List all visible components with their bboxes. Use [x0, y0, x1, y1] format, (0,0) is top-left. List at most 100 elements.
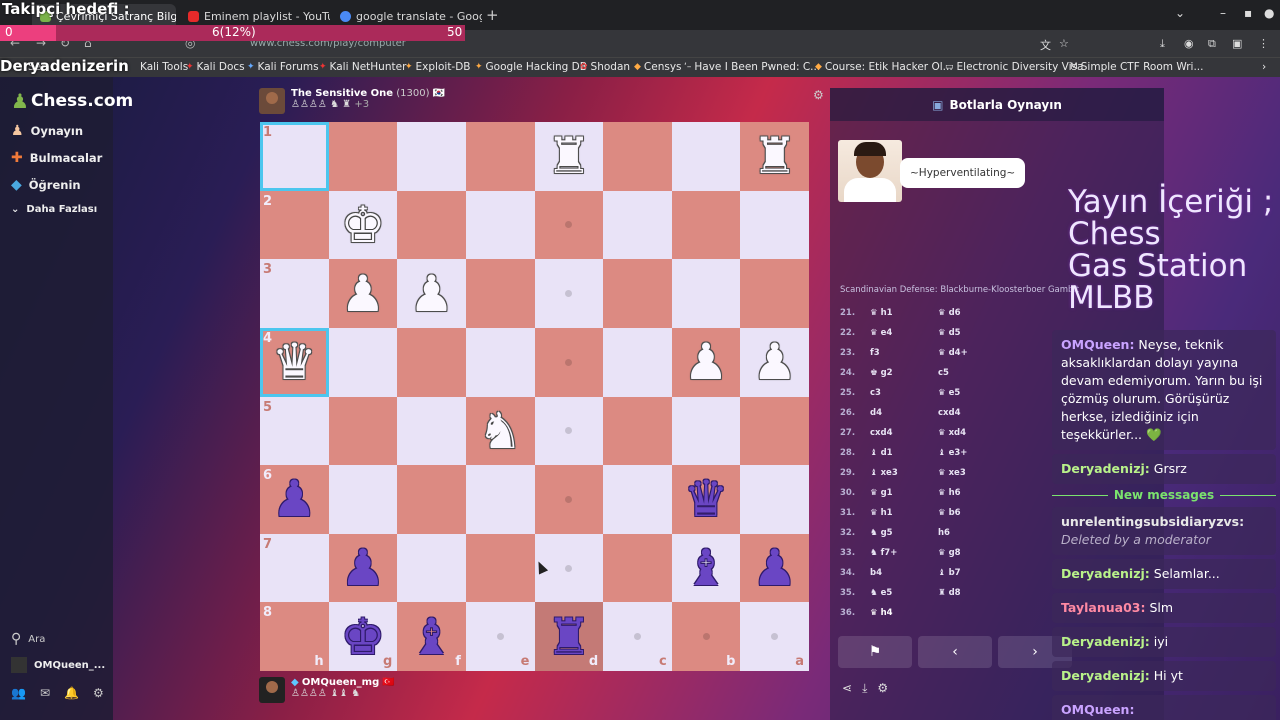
- white-move[interactable]: d4: [870, 408, 938, 418]
- board-square-d2[interactable]: [534, 190, 604, 260]
- chat-username[interactable]: unrelentingsubsidiaryzvs:: [1061, 514, 1244, 529]
- board-square-b4[interactable]: ♟: [671, 327, 741, 397]
- move-hint-dot[interactable]: [702, 633, 710, 641]
- board-square-c2[interactable]: [603, 190, 672, 260]
- board-square-c3[interactable]: [603, 259, 672, 328]
- white-move[interactable]: f3: [870, 348, 938, 358]
- black-move[interactable]: ♜ d8: [938, 588, 1018, 598]
- addon-icon[interactable]: ▣: [1232, 37, 1242, 50]
- white-piece[interactable]: ♜: [752, 131, 797, 181]
- white-move[interactable]: ♞ e5: [870, 588, 938, 598]
- board-square-g8[interactable]: ♚ g: [328, 602, 398, 671]
- translate-icon[interactable]: 文: [1040, 37, 1051, 53]
- download-icon[interactable]: ⤓: [1160, 37, 1165, 51]
- board-square-e4[interactable]: [465, 327, 535, 397]
- move-hint-dot[interactable]: [565, 358, 573, 366]
- bookmark-hibp[interactable]: ‘– Have I Been Pwned: C...: [684, 61, 820, 73]
- friends-icon[interactable]: 👥: [11, 686, 26, 700]
- board-square-f2[interactable]: [397, 190, 466, 260]
- board-square-e6[interactable]: [465, 465, 535, 534]
- black-piece[interactable]: ♜: [546, 612, 591, 662]
- white-piece[interactable]: ♛: [272, 337, 317, 387]
- move-hint-dot[interactable]: [771, 633, 779, 641]
- white-move[interactable]: ♛ h4: [870, 608, 938, 618]
- board-settings-gear-icon[interactable]: ⚙: [813, 88, 824, 102]
- white-move[interactable]: ♝ d1: [870, 448, 938, 458]
- board-square-b3[interactable]: [671, 259, 741, 328]
- board-square-b2[interactable]: [671, 190, 741, 260]
- sidebar-search[interactable]: ⚲ Ara: [11, 631, 45, 647]
- bookmark-course[interactable]: ◆ Course: Etik Hacker Ol...: [815, 61, 953, 73]
- white-piece[interactable]: ♟: [409, 269, 454, 319]
- board-square-h4[interactable]: ♛ 4: [260, 327, 329, 397]
- opponent-avatar[interactable]: [259, 88, 285, 114]
- board-square-g3[interactable]: ♟: [328, 259, 398, 328]
- board-square-h1[interactable]: 1: [260, 122, 329, 191]
- chess-board[interactable]: 1 ♜ ♜ 2 ♚ 3 ♟ ♟ ♛ 4 ♟ ♟ 5 ♞ ♟ 6 ♛ 7 ♟ ♝ ♟ 8 h ♚ g ♝ f e ♜ d c b a: [260, 122, 809, 671]
- black-piece[interactable]: ♟: [272, 474, 317, 524]
- board-square-b6[interactable]: ♛: [671, 465, 741, 534]
- board-square-e3[interactable]: [465, 259, 535, 328]
- more-bookmarks-icon[interactable]: ›: [1262, 61, 1266, 73]
- black-move[interactable]: ♝ b7: [938, 568, 1018, 578]
- black-move[interactable]: ♛ d4+: [938, 348, 1018, 358]
- board-square-d3[interactable]: [534, 259, 604, 328]
- board-square-d1[interactable]: ♜: [534, 122, 604, 191]
- opponent-name[interactable]: The Sensitive One: [291, 88, 393, 99]
- bookmark-exploit-db[interactable]: ✦ Exploit-DB: [405, 61, 471, 73]
- bookmark-censys[interactable]: ◆ Censys: [634, 61, 682, 73]
- board-square-d5[interactable]: [534, 396, 604, 466]
- white-move[interactable]: ♝ xe3: [870, 468, 938, 478]
- board-square-e2[interactable]: [465, 190, 535, 260]
- white-piece[interactable]: ♚: [341, 200, 386, 250]
- mail-icon[interactable]: ✉: [40, 686, 50, 700]
- board-square-c8[interactable]: c: [603, 602, 672, 671]
- board-square-f6[interactable]: [397, 465, 466, 534]
- move-hint-dot[interactable]: [565, 495, 573, 503]
- new-tab-icon[interactable]: +: [486, 6, 499, 24]
- white-move[interactable]: ♛ e4: [870, 328, 938, 338]
- board-square-g2[interactable]: ♚: [328, 190, 398, 260]
- black-piece[interactable]: ♝: [684, 543, 729, 593]
- board-square-f1[interactable]: [397, 122, 466, 191]
- board-square-g5[interactable]: [328, 396, 398, 466]
- move-hint-dot[interactable]: [565, 221, 573, 229]
- board-square-a2[interactable]: [740, 190, 809, 260]
- download-icon[interactable]: ⤓: [862, 681, 867, 696]
- white-move[interactable]: b4: [870, 568, 938, 578]
- board-square-h3[interactable]: 3: [260, 259, 329, 328]
- move-hint-dot[interactable]: [565, 427, 573, 435]
- maximize-icon[interactable]: ▪: [1244, 6, 1252, 20]
- board-square-a4[interactable]: ♟: [740, 327, 809, 397]
- close-window-icon[interactable]: ●: [1264, 6, 1274, 20]
- board-square-a8[interactable]: a: [740, 602, 809, 671]
- black-piece[interactable]: ♚: [341, 612, 386, 662]
- board-square-a5[interactable]: [740, 396, 809, 466]
- black-move[interactable]: ♛ xd4: [938, 428, 1018, 438]
- account-icon[interactable]: ◉: [1184, 37, 1194, 50]
- board-square-c7[interactable]: [603, 533, 672, 603]
- sidebar-item-more[interactable]: ⌄ Daha Fazlası: [11, 204, 97, 215]
- player-avatar[interactable]: [259, 677, 285, 703]
- board-square-e7[interactable]: [465, 533, 535, 603]
- board-square-b8[interactable]: b: [671, 602, 741, 671]
- board-square-f4[interactable]: [397, 327, 466, 397]
- resign-button[interactable]: ⚑: [838, 636, 912, 668]
- chat-username[interactable]: OMQueen:: [1061, 702, 1134, 717]
- white-piece[interactable]: ♟: [341, 269, 386, 319]
- white-move[interactable]: ♞ g5: [870, 528, 938, 538]
- board-square-b7[interactable]: ♝: [671, 533, 741, 603]
- white-move[interactable]: ♚ g2: [870, 368, 938, 378]
- board-square-a3[interactable]: [740, 259, 809, 328]
- black-move[interactable]: ♛ d6: [938, 308, 1018, 318]
- move-hint-dot[interactable]: [565, 564, 573, 572]
- white-piece[interactable]: ♜: [546, 131, 591, 181]
- white-move[interactable]: ♛ h1: [870, 508, 938, 518]
- chevron-down-icon[interactable]: ⌄: [1175, 6, 1185, 20]
- black-move[interactable]: c5: [938, 368, 1018, 378]
- black-move[interactable]: ♛ g8: [938, 548, 1018, 558]
- bookmark-ctf[interactable]: M Simple CTF Room Wri...: [1070, 61, 1203, 73]
- board-square-g7[interactable]: ♟: [328, 533, 398, 603]
- board-square-e8[interactable]: e: [465, 602, 535, 671]
- board-square-f7[interactable]: [397, 533, 466, 603]
